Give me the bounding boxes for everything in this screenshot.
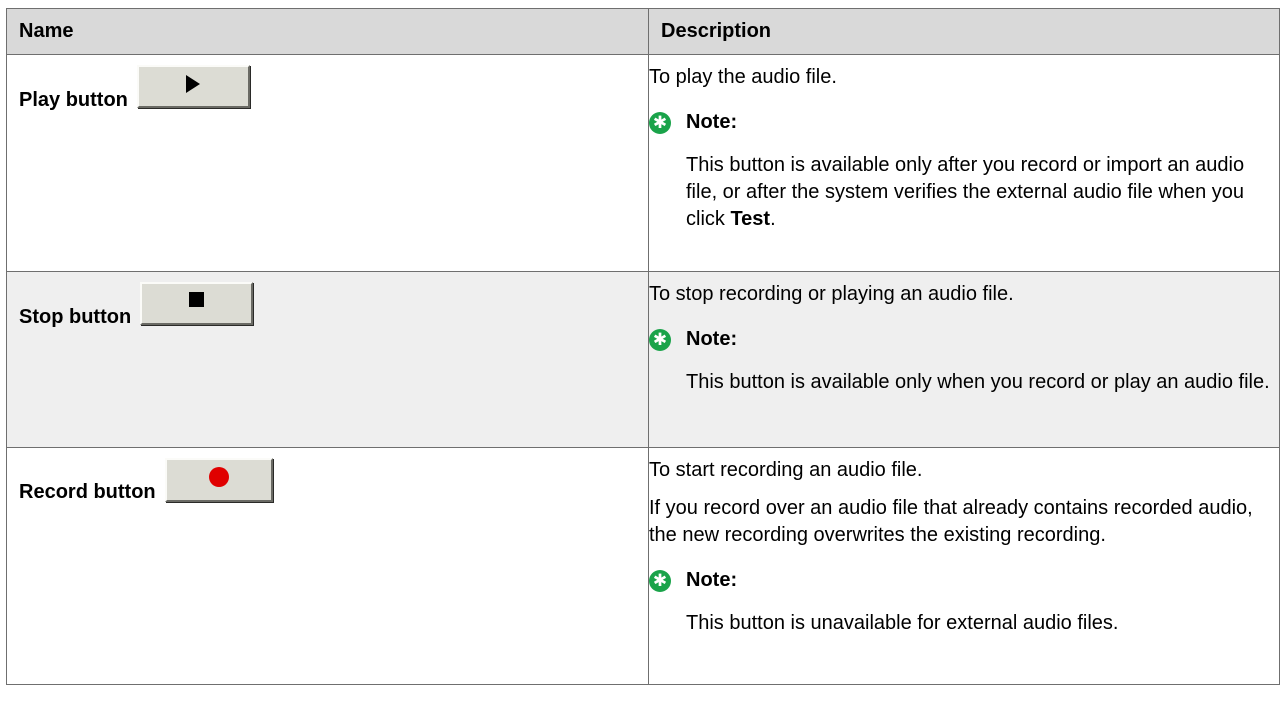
note-label: Note:: [686, 328, 738, 350]
play-button[interactable]: [136, 65, 250, 108]
name-cell: Stop button: [6, 271, 649, 448]
description-cell: To play the audio file. ✱ Note: This but…: [648, 54, 1280, 272]
record-dot-icon: [208, 467, 229, 487]
description-cell: To start recording an audio file. If you…: [648, 447, 1280, 685]
column-header-description: Description: [648, 8, 1280, 55]
note-asterisk-icon: ✱: [649, 569, 671, 592]
column-header-name: Name: [6, 8, 649, 55]
test-keyword: Test: [730, 208, 771, 230]
description-text: To start recording an audio file.: [649, 459, 923, 481]
description-cell: To stop recording or playing an audio fi…: [648, 271, 1280, 448]
note-label: Note:: [686, 111, 738, 133]
note-text-end: .: [770, 208, 776, 230]
table-row: Play button To play the audio file. ✱ No…: [6, 54, 1280, 272]
note-heading: ✱ Note:: [649, 328, 1279, 351]
note-text: This button is available only after you …: [686, 152, 1279, 233]
description-text: If you record over an audio file that al…: [649, 497, 1253, 546]
note-label: Note:: [686, 569, 738, 591]
row-name: Record button: [19, 481, 156, 503]
stop-square-icon: [189, 292, 205, 307]
note-asterisk-icon: ✱: [649, 328, 671, 351]
note-asterisk-icon: ✱: [649, 111, 671, 134]
note-text: This button is available only when you r…: [686, 371, 1270, 393]
row-name: Play button: [19, 89, 128, 111]
stop-button[interactable]: [140, 282, 254, 325]
play-triangle-icon: [186, 74, 201, 93]
description-text: To stop recording or playing an audio fi…: [649, 283, 1014, 305]
note-text: This button is unavailable for external …: [686, 612, 1119, 634]
description-text: To play the audio file.: [649, 66, 837, 88]
name-cell: Play button: [6, 54, 649, 272]
note-heading: ✱ Note:: [649, 111, 1279, 134]
name-cell: Record button: [6, 447, 649, 685]
note-heading: ✱ Note:: [649, 569, 1279, 592]
table-row: Stop button To stop recording or playing…: [6, 271, 1280, 448]
record-button[interactable]: [164, 458, 273, 502]
row-name: Stop button: [19, 306, 132, 328]
table-row: Record button To start recording an audi…: [6, 447, 1280, 685]
button-description-table: Name Description Play button To play the…: [6, 8, 1280, 685]
table-header-row: Name Description: [6, 8, 1280, 55]
